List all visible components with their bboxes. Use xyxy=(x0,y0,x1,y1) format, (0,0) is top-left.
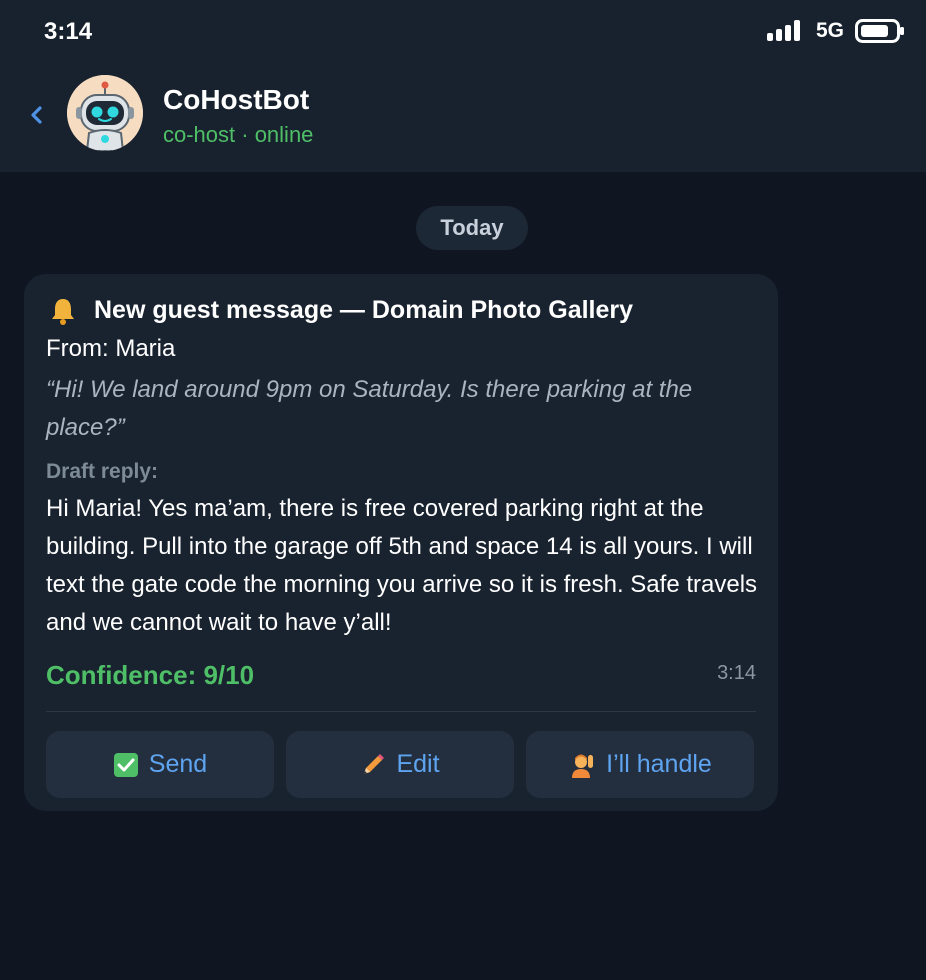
sender-line: From: Maria xyxy=(46,335,176,362)
back-chevron-icon[interactable] xyxy=(26,98,46,132)
network-type: 5G xyxy=(816,19,845,42)
heading-text: New guest message — Domain Photo Gallery xyxy=(94,296,634,324)
bot-status: co-host · online xyxy=(163,122,314,147)
message-time: 3:14 xyxy=(717,662,756,684)
battery-icon xyxy=(855,19,904,43)
send-label: Send xyxy=(148,750,208,778)
signal-icon xyxy=(767,20,800,41)
ill-handle-label: I’ll handle xyxy=(606,750,712,778)
pencil-icon xyxy=(363,753,385,775)
divider xyxy=(46,711,756,712)
bell-icon xyxy=(52,298,74,325)
draft-reply-text: Hi Maria! Yes ma’am, there is free cover… xyxy=(46,495,758,636)
guest-quote: “Hi! We land around 9pm on Saturday. Is … xyxy=(46,376,693,441)
status-time: 3:14 xyxy=(44,18,93,45)
message-bubble: New guest message — Domain Photo Gallery… xyxy=(24,274,778,811)
date-separator: Today xyxy=(416,206,528,250)
bot-avatar[interactable] xyxy=(67,75,143,151)
ill-handle-button[interactable]: I’ll handle xyxy=(526,731,754,798)
robot-avatar-icon xyxy=(67,75,143,151)
edit-label: Edit xyxy=(396,750,440,778)
draft-label: Draft reply: xyxy=(46,460,159,483)
chat-header: CoHostBot co-host · online xyxy=(0,62,926,172)
raising-hand-icon xyxy=(572,754,594,778)
confidence-score: Confidence: 9/10 xyxy=(46,660,255,690)
bot-name: CoHostBot xyxy=(163,84,310,115)
message-heading: New guest message — Domain Photo Gallery xyxy=(46,296,633,325)
send-button[interactable]: Send xyxy=(46,731,274,798)
edit-button[interactable]: Edit xyxy=(286,731,514,798)
check-icon xyxy=(113,752,138,777)
status-bar: 3:14 5G xyxy=(0,0,926,62)
